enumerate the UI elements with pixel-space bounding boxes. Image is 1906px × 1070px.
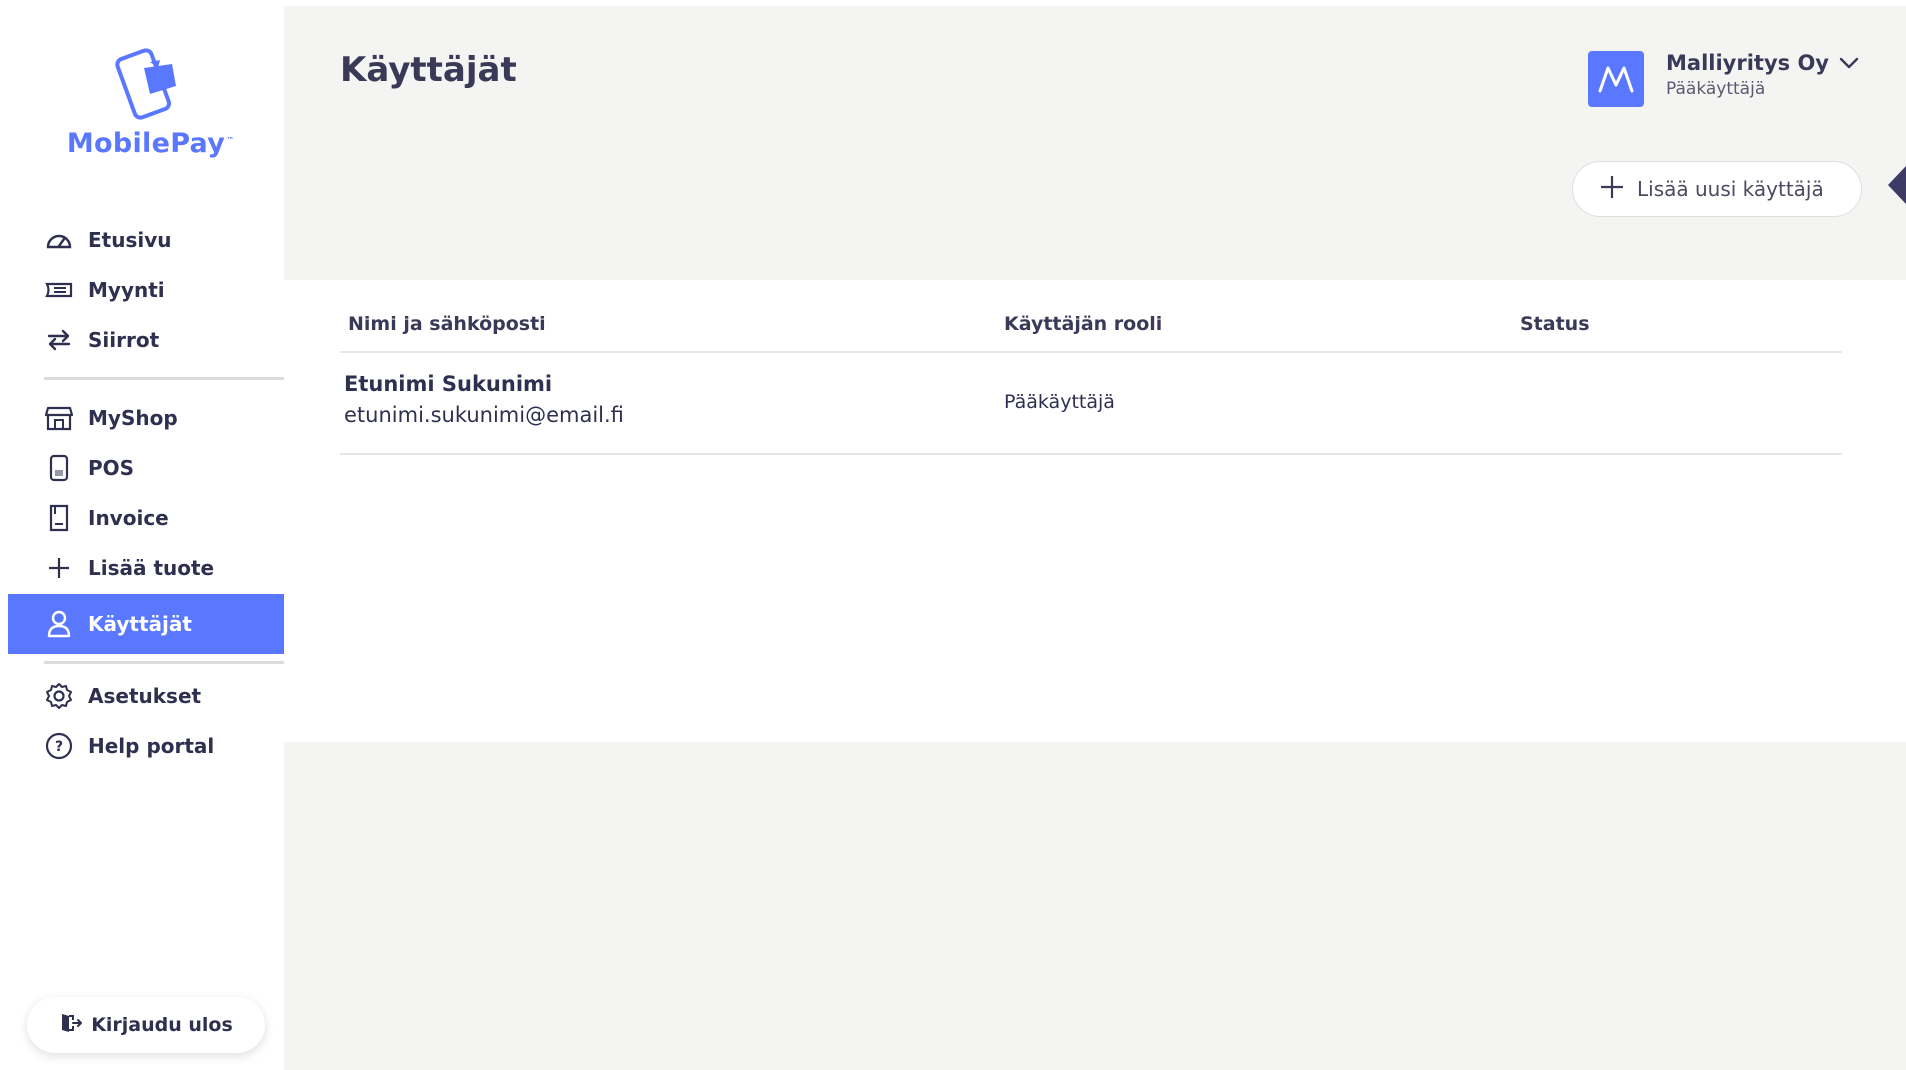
user-email: etunimi.sukunimi@email.fi bbox=[344, 403, 624, 427]
mobilepay-logo[interactable]: MobilePay ™ bbox=[8, 46, 284, 159]
chevron-down-icon[interactable] bbox=[1839, 57, 1859, 69]
sidebar-item-label: POS bbox=[88, 456, 135, 480]
shop-icon bbox=[44, 403, 74, 433]
logout-button[interactable]: Kirjaudu ulos bbox=[27, 997, 265, 1053]
sidebar-item-help-portal[interactable]: ? Help portal bbox=[8, 716, 284, 776]
sidebar-item-label: MyShop bbox=[88, 406, 178, 430]
header-divider bbox=[340, 351, 1842, 353]
column-header-name[interactable]: Nimi ja sähköposti bbox=[348, 313, 546, 335]
left-margin bbox=[0, 0, 8, 1070]
sidebar: MobilePay ™ Etusivu Myynti Siirrot MyShop… bbox=[8, 6, 284, 1070]
sidebar-item-label: Käyttäjät bbox=[88, 612, 192, 636]
sidebar-divider bbox=[44, 661, 284, 664]
column-header-status[interactable]: Status bbox=[1520, 313, 1590, 335]
add-user-label: Lisää uusi käyttäjä bbox=[1637, 177, 1824, 201]
sidebar-item-label: Invoice bbox=[88, 506, 169, 530]
sidebar-item-label: Siirrot bbox=[88, 328, 160, 352]
invoice-icon bbox=[44, 503, 74, 533]
user-role: Pääkäyttäjä bbox=[1004, 391, 1115, 413]
plus-icon bbox=[44, 553, 74, 583]
row-divider bbox=[340, 453, 1842, 455]
account-role: Pääkäyttäjä bbox=[1666, 79, 1766, 99]
sidebar-divider bbox=[44, 377, 284, 380]
transfer-arrows-icon bbox=[44, 325, 74, 355]
page-header: Käyttäjät Malliyritys Oy Pääkäyttäjä Lis… bbox=[284, 6, 1906, 280]
users-table: Nimi ja sähköposti Käyttäjän rooli Statu… bbox=[284, 280, 1906, 742]
brand-name: MobilePay ™ bbox=[66, 128, 235, 159]
column-header-role[interactable]: Käyttäjän rooli bbox=[1004, 313, 1162, 335]
sidebar-item-label: Help portal bbox=[88, 734, 215, 758]
svg-text:?: ? bbox=[55, 739, 63, 755]
user-icon bbox=[44, 609, 74, 639]
sidebar-item-lisaa-tuote[interactable]: Lisää tuote bbox=[8, 538, 284, 598]
account-switcher[interactable]: Malliyritys Oy Pääkäyttäjä bbox=[1588, 51, 1859, 107]
pos-terminal-icon bbox=[44, 453, 74, 483]
logout-label: Kirjaudu ulos bbox=[91, 1014, 233, 1036]
add-user-button[interactable]: Lisää uusi käyttäjä bbox=[1572, 161, 1862, 217]
sidebar-item-label: Lisää tuote bbox=[88, 556, 215, 580]
sidebar-item-kayttajat[interactable]: Käyttäjät bbox=[8, 594, 284, 654]
account-name[interactable]: Malliyritys Oy bbox=[1666, 51, 1859, 75]
sidebar-item-label: Myynti bbox=[88, 278, 165, 302]
sidebar-item-label: Etusivu bbox=[88, 228, 172, 252]
help-icon: ? bbox=[44, 731, 74, 761]
plus-icon bbox=[1599, 174, 1625, 204]
mobilepay-logo-icon bbox=[115, 48, 176, 120]
ticket-icon bbox=[44, 275, 74, 305]
page-background bbox=[284, 742, 1906, 1070]
sidebar-item-label: Asetukset bbox=[88, 684, 202, 708]
page-title: Käyttäjät bbox=[340, 50, 517, 90]
gear-icon bbox=[44, 681, 74, 711]
side-panel-tab[interactable] bbox=[1888, 166, 1906, 204]
dashboard-icon bbox=[44, 225, 74, 255]
account-info: Malliyritys Oy Pääkäyttäjä bbox=[1666, 51, 1859, 99]
sidebar-item-siirrot[interactable]: Siirrot bbox=[8, 310, 284, 370]
user-name: Etunimi Sukunimi bbox=[344, 372, 553, 396]
avatar[interactable] bbox=[1588, 51, 1644, 107]
logout-icon bbox=[59, 1011, 83, 1039]
